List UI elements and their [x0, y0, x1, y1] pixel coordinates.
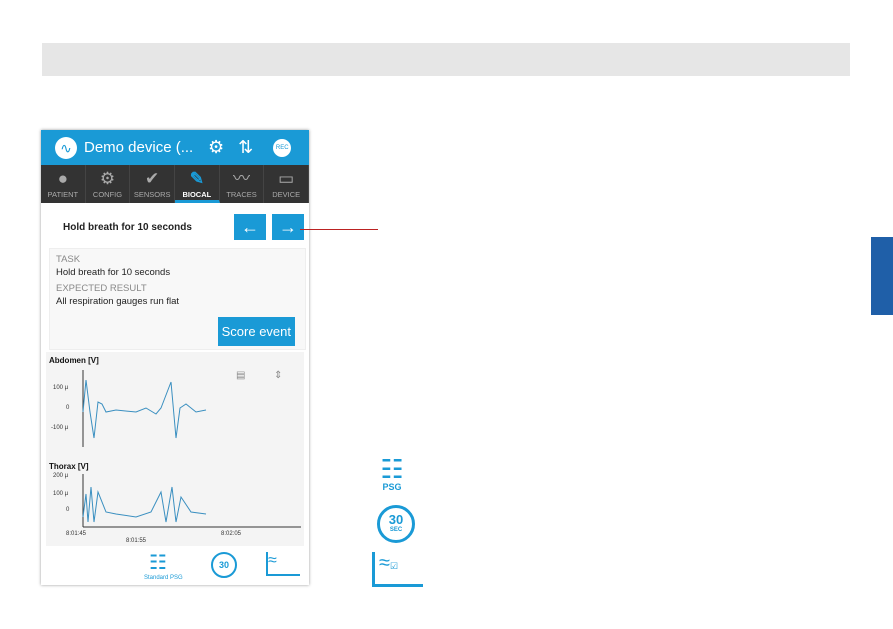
- device-icon: ▭: [278, 169, 295, 188]
- pencil-icon: ✎: [189, 169, 204, 188]
- tab-config[interactable]: ⚙ CONFIG: [86, 165, 131, 203]
- logo-icon: ∿: [55, 136, 77, 159]
- tab-bar: ● PATIENT ⚙ CONFIG ✔ SENSORS ✎ BIOCAL 〰 TRACE…: [41, 165, 310, 203]
- expected-text: All respiration gauges run flat: [56, 296, 180, 307]
- psg-icon: ☷ PSG: [372, 456, 412, 492]
- score-event-button[interactable]: Score event: [217, 317, 295, 346]
- next-button[interactable]: →: [272, 214, 304, 240]
- prev-button[interactable]: ←: [234, 214, 266, 240]
- task-card: TASK Hold breath for 10 seconds EXPECTED…: [49, 248, 306, 350]
- rec-button[interactable]: REC: [273, 138, 292, 157]
- bottom-toolbar: ☷ Standard PSG 30 ≈: [41, 550, 309, 584]
- tab-sensors[interactable]: ✔ SENSORS: [130, 165, 176, 203]
- psg-text: PSG: [382, 482, 402, 492]
- traces-plot: Abdomen [V] 100 µ 0 -100 µ Thorax [V] 20…: [46, 352, 304, 546]
- timer-30-icon: 30 SEC: [377, 505, 415, 543]
- task-text: Hold breath for 10 seconds: [56, 267, 171, 278]
- wave-icon: 〰: [233, 169, 251, 188]
- task-label: TASK: [56, 254, 81, 265]
- tab-label: BIOCAL: [182, 190, 212, 199]
- timer-sec: SEC: [389, 527, 403, 533]
- tab-biocal[interactable]: ✎ BIOCAL: [175, 165, 220, 203]
- app-title: Demo device (...: [84, 139, 194, 156]
- tab-label: DEVICE: [272, 190, 301, 199]
- psg-label: Standard PSG: [144, 575, 183, 581]
- psg-clipboard-icon[interactable]: ☷: [149, 550, 167, 575]
- timer-number: 30: [388, 512, 404, 527]
- task-select[interactable]: Hold breath for 10 seconds: [63, 222, 192, 233]
- tab-label: TRACES: [226, 190, 257, 199]
- abdomen-trace: [82, 379, 207, 439]
- callout-arrow: [300, 229, 378, 230]
- tab-label: CONFIG: [92, 190, 123, 199]
- trace-select-icon: ≈☑: [372, 552, 423, 587]
- thorax-trace: [82, 486, 207, 523]
- expected-label: EXPECTED RESULT: [56, 283, 147, 294]
- tab-traces[interactable]: 〰 TRACES: [220, 165, 265, 203]
- header-bar: [42, 43, 850, 76]
- timer-icon[interactable]: 30: [211, 552, 237, 578]
- gear-icon[interactable]: ⚙: [208, 137, 224, 158]
- tab-patient[interactable]: ● PATIENT: [41, 165, 86, 203]
- traces-select-icon[interactable]: ≈: [266, 552, 300, 576]
- transfer-icon[interactable]: ⇅: [238, 137, 253, 158]
- app-bar: ∿ Demo device (... ⚙ ⇅ REC: [41, 130, 309, 165]
- tab-label: PATIENT: [47, 190, 79, 199]
- waveforms: [82, 370, 301, 528]
- check-icon: ✔: [145, 169, 160, 188]
- tab-label: SENSORS: [133, 190, 171, 199]
- gear-icon: ⚙: [99, 169, 116, 188]
- phone-screenshot: ∿ Demo device (... ⚙ ⇅ REC ● PATIENT ⚙ CON…: [41, 130, 310, 585]
- section-tab: [871, 237, 893, 315]
- tab-device[interactable]: ▭ DEVICE: [264, 165, 310, 203]
- person-icon: ●: [57, 169, 68, 188]
